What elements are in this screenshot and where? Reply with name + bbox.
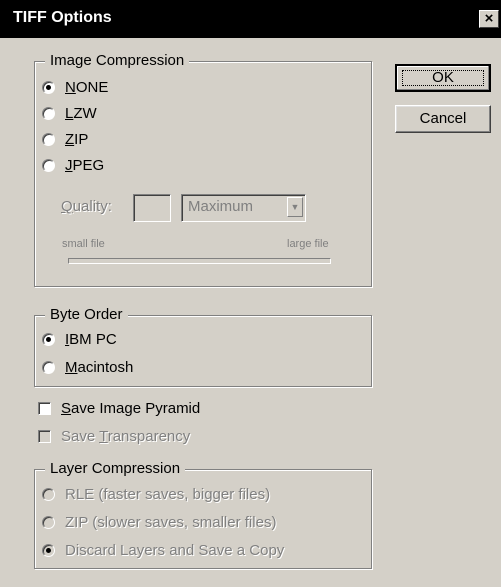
close-button[interactable]: × [479,10,499,28]
title-bar: TIFF Options × [0,0,501,38]
radio-button-checked-disabled [42,544,55,557]
checkbox-label-transparency: Save Transparency [61,428,191,445]
radio-label-lzw: LZW [65,105,97,122]
radio-button [42,107,55,120]
radio-button-checked [42,333,55,346]
radio-label-rle: RLE (faster saves, bigger files) [65,486,271,503]
focus-rectangle [402,70,484,86]
checkbox-disabled [38,430,51,443]
radio-label-none: NONE [65,79,109,96]
quality-select-value: Maximum [188,198,254,215]
small-file-label: small file [62,238,105,250]
quality-select[interactable]: Maximum ▼ [181,194,306,222]
radio-button [42,361,55,374]
radio-label-jpeg: JPEG [65,157,105,174]
ok-button[interactable]: OK [395,64,491,92]
radio-button-checked [42,81,55,94]
radio-label-ibm-pc: IBM PC [65,331,117,348]
close-icon: × [484,10,494,27]
window-title: TIFF Options [13,9,112,26]
layer-compression-legend: Layer Compression [45,459,186,479]
cancel-button-label: Cancel [419,110,467,127]
chevron-down-icon[interactable]: ▼ [287,197,303,217]
radio-button [42,133,55,146]
radio-button-disabled [42,516,55,529]
quality-label: Quality: [61,198,112,215]
image-compression-legend: Image Compression [45,51,190,71]
radio-button [42,159,55,172]
cancel-button[interactable]: Cancel [395,105,491,133]
checkbox [38,402,51,415]
byte-order-legend: Byte Order [45,305,128,325]
radio-label-macintosh: Macintosh [65,359,134,376]
quality-slider-track[interactable] [68,258,331,264]
quality-input[interactable] [133,194,171,222]
radio-label-discard: Discard Layers and Save a Copy [65,542,285,559]
radio-label-layer-zip: ZIP (slower saves, smaller files) [65,514,277,531]
radio-button-disabled [42,488,55,501]
large-file-label: large file [287,238,329,250]
checkbox-label-pyramid: Save Image Pyramid [61,400,201,417]
radio-label-zip: ZIP [65,131,89,148]
